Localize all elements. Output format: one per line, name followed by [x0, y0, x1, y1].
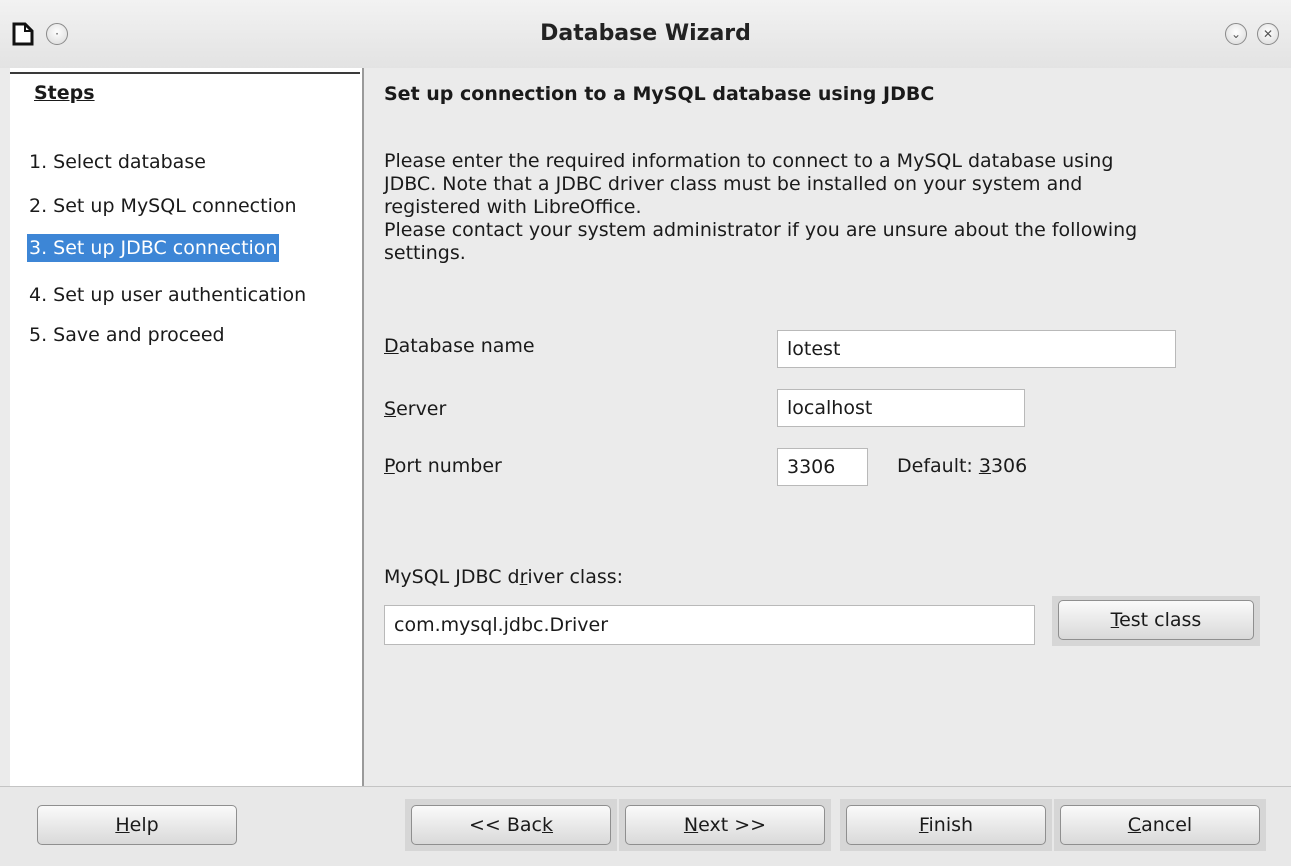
label-text: iver class: — [527, 566, 624, 588]
button-label: ext >> — [698, 814, 767, 836]
window-title: Database Wizard — [540, 21, 751, 46]
mnemonic: k — [542, 814, 554, 836]
description-line: Please enter the required information to… — [384, 150, 1114, 172]
next-button[interactable]: Next >> — [625, 805, 825, 845]
step-user-authentication[interactable]: 4. Set up user authentication — [27, 281, 308, 309]
port-default-text: Default: 3306 — [897, 455, 1027, 477]
mnemonic: 3 — [978, 455, 991, 477]
cancel-button[interactable]: Cancel — [1060, 805, 1260, 845]
page-heading: Set up connection to a MySQL database us… — [384, 83, 935, 105]
help-button[interactable]: Help — [37, 805, 237, 845]
description-line: registered with LibreOffice. — [384, 196, 642, 218]
back-button[interactable]: << Back — [411, 805, 611, 845]
step-mysql-connection[interactable]: 2. Set up MySQL connection — [27, 192, 299, 220]
server-label: Server — [384, 398, 446, 420]
button-label: ancel — [1141, 814, 1193, 836]
mnemonic: P — [384, 455, 395, 477]
mnemonic: C — [1127, 814, 1142, 836]
server-input[interactable]: localhost — [777, 389, 1025, 427]
default-prefix: Default: — [897, 455, 979, 477]
mnemonic: N — [683, 814, 699, 836]
label-text: MySQL JDBC d — [384, 566, 520, 588]
mnemonic: S — [384, 398, 397, 420]
step-save-proceed[interactable]: 5. Save and proceed — [27, 321, 227, 349]
label-text: ort number — [394, 455, 502, 477]
default-rest: 306 — [990, 455, 1028, 477]
description-line: Please contact your system administrator… — [384, 219, 1138, 241]
steps-heading: Steps — [34, 82, 95, 104]
button-label: est class — [1119, 609, 1202, 631]
port-number-label: Port number — [384, 455, 502, 477]
finish-button[interactable]: Finish — [846, 805, 1046, 845]
button-label: << Bac — [468, 814, 542, 836]
pane-divider — [362, 68, 364, 786]
database-name-label: Database name — [384, 335, 535, 357]
steps-divider-line — [10, 72, 360, 74]
database-name-input[interactable]: lotest — [777, 330, 1176, 368]
step-select-database[interactable]: 1. Select database — [27, 148, 208, 176]
mnemonic: H — [115, 814, 130, 836]
driver-class-label: MySQL JDBC driver class: — [384, 566, 623, 588]
description-line: JDBC. Note that a JDBC driver class must… — [384, 173, 1083, 195]
mnemonic: D — [384, 335, 399, 357]
driver-class-input[interactable]: com.mysql.jdbc.Driver — [384, 605, 1035, 645]
mnemonic: F — [918, 814, 929, 836]
test-class-button[interactable]: Test class — [1058, 600, 1254, 640]
label-text: erver — [396, 398, 447, 420]
mnemonic: T — [1110, 609, 1120, 631]
minimize-icon[interactable]: ⌄ — [1225, 23, 1247, 45]
description-line: settings. — [384, 242, 466, 264]
label-text: atabase name — [398, 335, 535, 357]
port-number-input[interactable]: 3306 — [777, 448, 868, 486]
button-label: inish — [928, 814, 974, 836]
close-icon[interactable]: ✕ — [1257, 23, 1279, 45]
step-jdbc-connection[interactable]: 3. Set up JDBC connection — [27, 234, 280, 262]
button-label: elp — [129, 814, 159, 836]
description-text: Please enter the required information to… — [384, 150, 1254, 265]
